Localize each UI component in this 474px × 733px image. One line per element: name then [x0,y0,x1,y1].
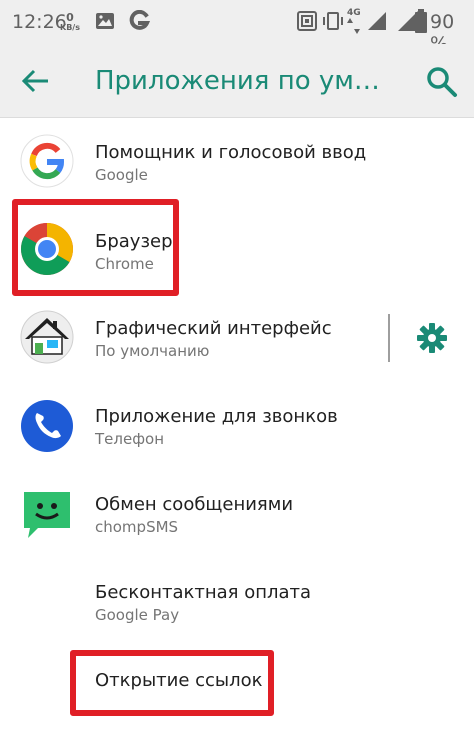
item-sub: Google Pay [95,606,180,624]
app-bar: Приложения по умолчанию [0,44,474,118]
list-item-phone[interactable]: Приложение для звонков Телефон [0,384,474,472]
list-item-messaging[interactable]: Обмен сообщениями chompSMS [0,472,474,560]
item-sub: Телефон [95,430,165,448]
item-label: Бесконтактная оплата [95,582,312,603]
search-icon[interactable] [424,64,460,100]
gear-icon[interactable] [414,320,450,356]
item-label: Помощник и голосовой ввод [95,142,367,163]
status-bar: 12:26 0 KB/s 4G 90 % [0,0,474,55]
item-label: Обмен сообщениями [95,494,294,515]
browser-highlight-box [12,199,179,296]
page-title: Приложения по умолчанию [95,66,395,96]
opening-links-highlight-box [70,650,274,716]
launcher-home-icon [20,310,74,364]
chompsms-icon [24,492,70,538]
arrow-left-icon[interactable] [18,64,52,98]
list-item-assistant[interactable]: Помощник и голосовой ввод Google [0,118,474,206]
signal-icon [368,12,386,30]
item-label: Приложение для звонков [95,406,338,427]
data-arrows-icon [347,18,360,34]
network-type: 4G [347,8,361,18]
google-icon [20,134,74,188]
item-label: Графический интерфейс [95,318,332,339]
image-icon [96,13,114,29]
item-sub: По умолчанию [95,342,210,360]
g-icon [129,10,151,30]
battery-icon [415,9,427,33]
phone-icon [21,400,73,452]
list-item-launcher[interactable]: Графический интерфейс По умолчанию [0,296,474,384]
network-speed: 0 KB/s [59,12,81,32]
vibrate-icon [323,12,343,30]
vertical-divider [388,314,390,362]
item-sub: Google [95,166,148,184]
network-speed-value: 0 [66,11,74,24]
network-speed-unit: KB/s [60,23,80,32]
nfc-icon [297,11,317,31]
list-item-payment[interactable]: Бесконтактная оплата Google Pay [0,560,474,648]
item-sub: chompSMS [95,518,179,536]
